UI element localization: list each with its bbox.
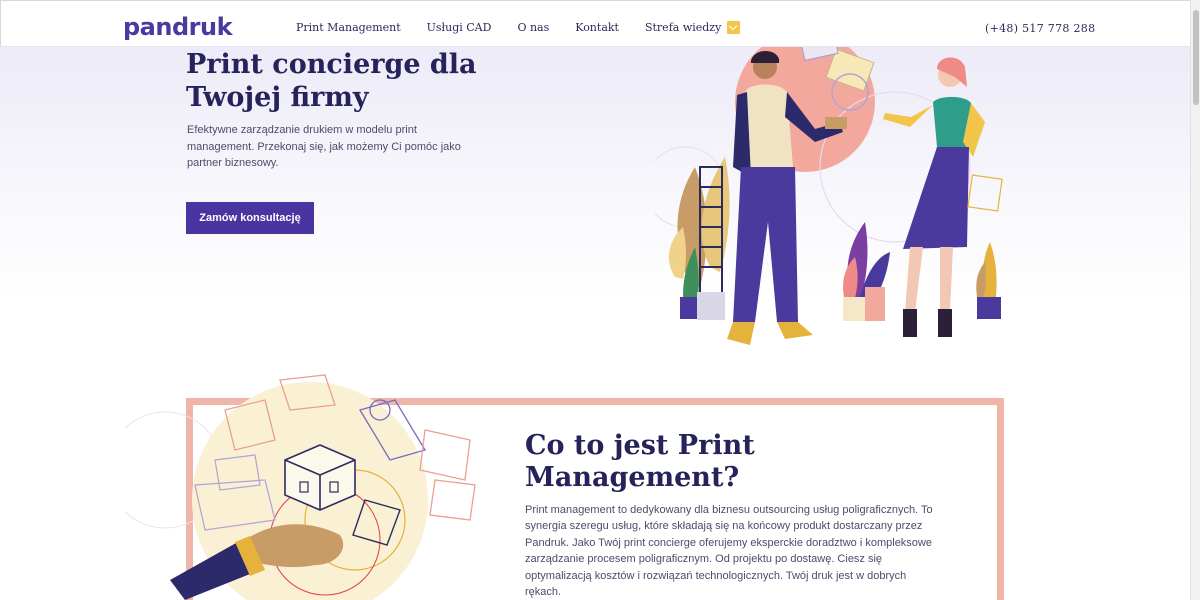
hero-illustration <box>655 47 1003 345</box>
nav-item-uslugi-cad[interactable]: Usługi CAD <box>427 21 492 34</box>
phone-number[interactable]: (+48) 517 778 288 <box>985 22 1095 35</box>
section-title: Co to jest Print Management? <box>525 430 755 493</box>
man-trousers <box>733 167 798 322</box>
nav-item-strefa-wiedzy[interactable]: Strefa wiedzy <box>644 21 741 34</box>
section-description: Print management to dedykowany dla bizne… <box>525 504 933 599</box>
scrollbar[interactable] <box>1190 0 1200 600</box>
hero-description: Efektywne zarządzanie drukiem w modelu p… <box>187 124 461 169</box>
nav-item-strefa-wiedzy-label: Strefa wiedzy <box>644 21 722 34</box>
consultation-button[interactable]: Zamów konsultację <box>186 202 314 234</box>
nav-item-o-nas[interactable]: O nas <box>517 21 549 34</box>
scrollbar-thumb[interactable] <box>1193 10 1199 105</box>
page: pandruk Print Management Usługi CAD O na… <box>0 0 1200 600</box>
woman-skirt <box>903 147 969 249</box>
print-management-illustration <box>125 374 476 600</box>
main-nav: Print Management Usługi CAD O nas Kontak… <box>296 21 766 34</box>
logo[interactable]: pandruk <box>123 13 233 41</box>
hero-title: Print concierge dla Twojej firmy <box>186 49 477 113</box>
nav-item-kontakt[interactable]: Kontakt <box>575 21 619 34</box>
site-header: pandruk Print Management Usługi CAD O na… <box>0 0 1190 47</box>
nav-item-print-management[interactable]: Print Management <box>296 21 401 34</box>
chevron-down-icon[interactable] <box>727 21 741 34</box>
